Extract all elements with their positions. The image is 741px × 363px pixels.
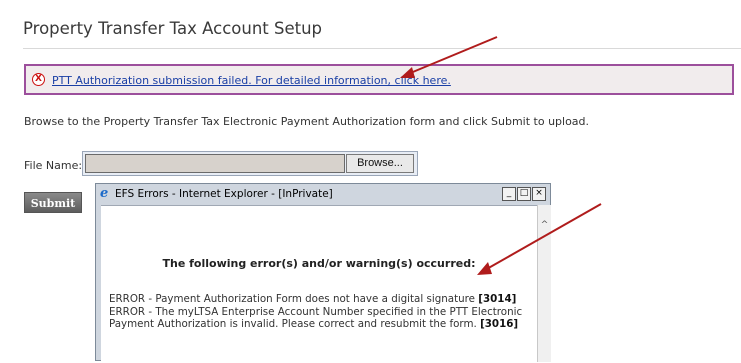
error-code: [3014]: [478, 293, 517, 305]
popup-titlebar[interactable]: e EFS Errors - Internet Explorer - [InPr…: [96, 184, 550, 204]
close-icon[interactable]: ×: [532, 187, 546, 201]
file-name-input[interactable]: [85, 154, 345, 173]
efs-errors-popup-window: e EFS Errors - Internet Explorer - [InPr…: [95, 183, 551, 363]
error-item-continued: Payment Authorization is invalid. Please…: [109, 318, 534, 331]
error-item: ERROR - Payment Authorization Form does …: [109, 293, 534, 306]
error-text: ERROR - Payment Authorization Form does …: [109, 293, 475, 305]
error-list: ERROR - Payment Authorization Form does …: [109, 293, 534, 331]
error-banner: X PTT Authorization submission failed. F…: [24, 64, 734, 95]
page-title: Property Transfer Tax Account Setup: [23, 19, 323, 38]
file-picker: Browse...: [82, 151, 418, 176]
popup-title: EFS Errors - Internet Explorer - [InPriv…: [115, 188, 333, 200]
popup-scrollbar[interactable]: ^: [537, 205, 551, 362]
file-name-label: File Name:: [24, 159, 83, 172]
error-item: ERROR - The myLTSA Enterprise Account Nu…: [109, 306, 534, 319]
error-icon: X: [32, 73, 45, 86]
upload-instructions: Browse to the Property Transfer Tax Elec…: [24, 115, 590, 128]
title-divider: [23, 48, 741, 49]
maximize-icon[interactable]: □: [517, 187, 531, 201]
window-controls: _ □ ×: [502, 187, 546, 201]
minimize-icon[interactable]: _: [502, 187, 516, 201]
scroll-up-icon[interactable]: ^: [538, 219, 551, 231]
popup-heading: The following error(s) and/or warning(s)…: [162, 257, 476, 270]
submit-button[interactable]: Submit: [24, 192, 82, 213]
internet-explorer-icon: e: [100, 186, 109, 201]
error-text: Payment Authorization is invalid. Please…: [109, 318, 477, 330]
error-details-link[interactable]: PTT Authorization submission failed. For…: [52, 74, 451, 87]
error-text: ERROR - The myLTSA Enterprise Account Nu…: [109, 305, 523, 318]
error-code: [3016]: [480, 318, 519, 330]
popup-body: The following error(s) and/or warning(s)…: [101, 205, 537, 363]
browse-button[interactable]: Browse...: [346, 154, 414, 173]
